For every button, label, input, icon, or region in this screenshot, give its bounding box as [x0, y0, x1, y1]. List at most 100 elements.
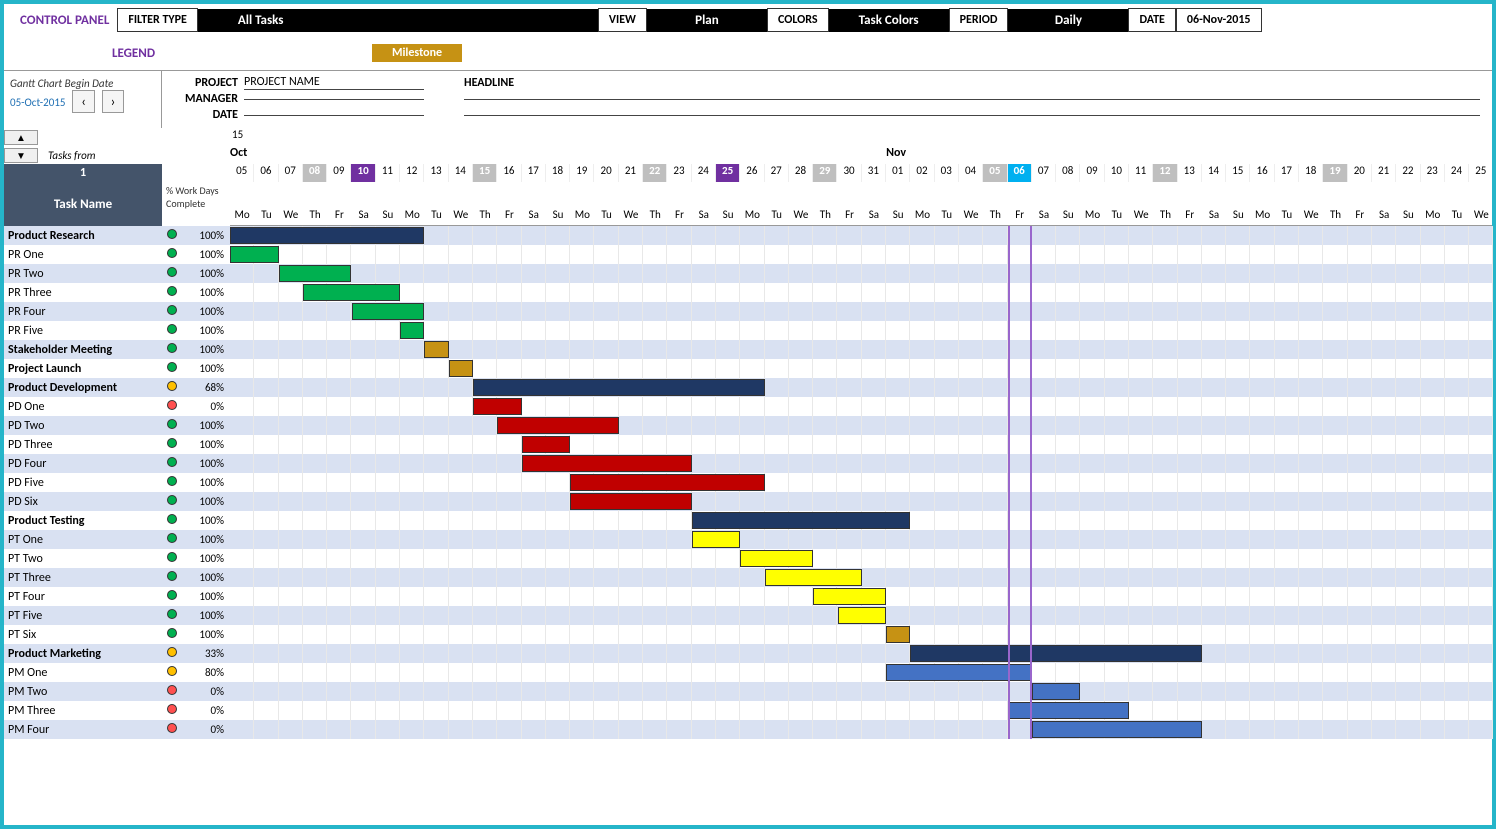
task-name-cell[interactable]: PM Four	[4, 723, 162, 737]
task-name-cell[interactable]: Stakeholder Meeting	[4, 343, 162, 357]
date-cell[interactable]: 07	[279, 164, 303, 182]
date-cell[interactable]: 19	[570, 164, 594, 182]
task-name-cell[interactable]: Product Research	[4, 229, 162, 243]
date-cell[interactable]: 17	[522, 164, 546, 182]
headline-value[interactable]	[464, 99, 1480, 100]
date-cell[interactable]: 01	[886, 164, 910, 182]
gantt-bar[interactable]	[497, 417, 619, 434]
date-cell[interactable]: 31	[862, 164, 886, 182]
task-name-cell[interactable]: PD Five	[4, 476, 162, 490]
task-name-cell[interactable]: PR Five	[4, 324, 162, 338]
project-date-value[interactable]	[244, 115, 424, 116]
date-cell[interactable]: 17	[1275, 164, 1299, 182]
date-cell[interactable]: 22	[643, 164, 667, 182]
date-cell[interactable]: 13	[424, 164, 448, 182]
manager-value[interactable]	[244, 99, 424, 100]
date-cell[interactable]: 11	[1129, 164, 1153, 182]
gantt-bar[interactable]	[692, 531, 741, 548]
date-cell[interactable]: 06	[1008, 164, 1032, 182]
task-name-cell[interactable]: Product Development	[4, 381, 162, 395]
date-cell[interactable]: 18	[546, 164, 570, 182]
gantt-bar[interactable]	[1032, 721, 1202, 738]
task-name-cell[interactable]: PT Five	[4, 609, 162, 623]
task-name-cell[interactable]: PM Two	[4, 685, 162, 699]
task-name-cell[interactable]: PT Three	[4, 571, 162, 585]
task-name-cell[interactable]: PR Three	[4, 286, 162, 300]
spinner-down-button[interactable]: ▼	[4, 148, 38, 163]
date-cell[interactable]: 14	[449, 164, 473, 182]
date-cell[interactable]: 30	[837, 164, 861, 182]
gantt-bar[interactable]	[886, 664, 1032, 681]
date-cell[interactable]: 12	[1153, 164, 1177, 182]
gantt-bar[interactable]	[1008, 702, 1130, 719]
prev-date-button[interactable]: ‹	[72, 90, 95, 113]
gantt-bar[interactable]	[765, 569, 862, 586]
date-cell[interactable]: 21	[619, 164, 643, 182]
date-cell[interactable]: 15	[1226, 164, 1250, 182]
gantt-bar[interactable]	[522, 455, 692, 472]
date-cell[interactable]: 23	[667, 164, 691, 182]
date-cell[interactable]: 05	[230, 164, 254, 182]
date-cell[interactable]: 12	[400, 164, 424, 182]
date-cell[interactable]: 26	[740, 164, 764, 182]
date-value[interactable]: 06-Nov-2015	[1176, 8, 1262, 32]
gantt-bar[interactable]	[813, 588, 886, 605]
gantt-bar[interactable]	[352, 303, 425, 320]
task-name-cell[interactable]: Product Testing	[4, 514, 162, 528]
gantt-bar[interactable]	[230, 246, 279, 263]
task-name-cell[interactable]: PR Two	[4, 267, 162, 281]
task-name-cell[interactable]: PD Six	[4, 495, 162, 509]
task-name-cell[interactable]: PR Four	[4, 305, 162, 319]
spinner-up-button[interactable]: ▲	[4, 130, 38, 145]
gantt-bar[interactable]	[838, 607, 887, 624]
date-cell[interactable]: 04	[959, 164, 983, 182]
date-cell[interactable]: 09	[327, 164, 351, 182]
date-cell[interactable]: 07	[1032, 164, 1056, 182]
gantt-bar[interactable]	[692, 512, 911, 529]
date-cell[interactable]: 09	[1080, 164, 1104, 182]
date-cell[interactable]: 20	[594, 164, 618, 182]
date-cell[interactable]: 15	[473, 164, 497, 182]
gantt-bar[interactable]	[473, 379, 765, 396]
filter-type-value[interactable]: All Tasks	[198, 9, 598, 32]
date-cell[interactable]: 10	[351, 164, 375, 182]
period-value[interactable]: Daily	[1008, 9, 1128, 32]
date-cell[interactable]: 18	[1299, 164, 1323, 182]
gantt-bar[interactable]	[400, 322, 424, 339]
task-name-cell[interactable]: PT One	[4, 533, 162, 547]
gantt-bar[interactable]	[570, 474, 764, 491]
date-cell[interactable]: 24	[692, 164, 716, 182]
date-cell[interactable]: 16	[1250, 164, 1274, 182]
date-cell[interactable]: 11	[376, 164, 400, 182]
task-name-cell[interactable]: PT Four	[4, 590, 162, 604]
date-cell[interactable]: 06	[254, 164, 278, 182]
task-name-cell[interactable]: PT Two	[4, 552, 162, 566]
colors-value[interactable]: Task Colors	[829, 9, 949, 32]
date-cell[interactable]: 25	[1469, 164, 1492, 182]
gantt-bar[interactable]	[230, 227, 424, 244]
gantt-bar[interactable]	[886, 626, 910, 643]
task-name-cell[interactable]: PM One	[4, 666, 162, 680]
date-cell[interactable]: 24	[1445, 164, 1469, 182]
task-name-cell[interactable]: PD Three	[4, 438, 162, 452]
date-cell[interactable]: 22	[1396, 164, 1420, 182]
date-cell[interactable]: 10	[1105, 164, 1129, 182]
gantt-bar[interactable]	[424, 341, 448, 358]
task-name-cell[interactable]: PD One	[4, 400, 162, 414]
date-cell[interactable]: 23	[1421, 164, 1445, 182]
gantt-bar[interactable]	[449, 360, 473, 377]
next-date-button[interactable]: ›	[102, 90, 125, 113]
date-cell[interactable]: 05	[983, 164, 1007, 182]
task-name-cell[interactable]: Product Marketing	[4, 647, 162, 661]
date-cell[interactable]: 14	[1202, 164, 1226, 182]
date-cell[interactable]: 03	[935, 164, 959, 182]
date-cell[interactable]: 19	[1323, 164, 1347, 182]
gantt-bar[interactable]	[303, 284, 400, 301]
gantt-bar[interactable]	[473, 398, 522, 415]
gantt-bar[interactable]	[570, 493, 692, 510]
task-name-cell[interactable]: PT Six	[4, 628, 162, 642]
tasks-from-number[interactable]: 1	[4, 164, 162, 182]
date-cell[interactable]: 13	[1178, 164, 1202, 182]
project-value[interactable]: PROJECT NAME	[244, 75, 424, 90]
gantt-bar[interactable]	[279, 265, 352, 282]
